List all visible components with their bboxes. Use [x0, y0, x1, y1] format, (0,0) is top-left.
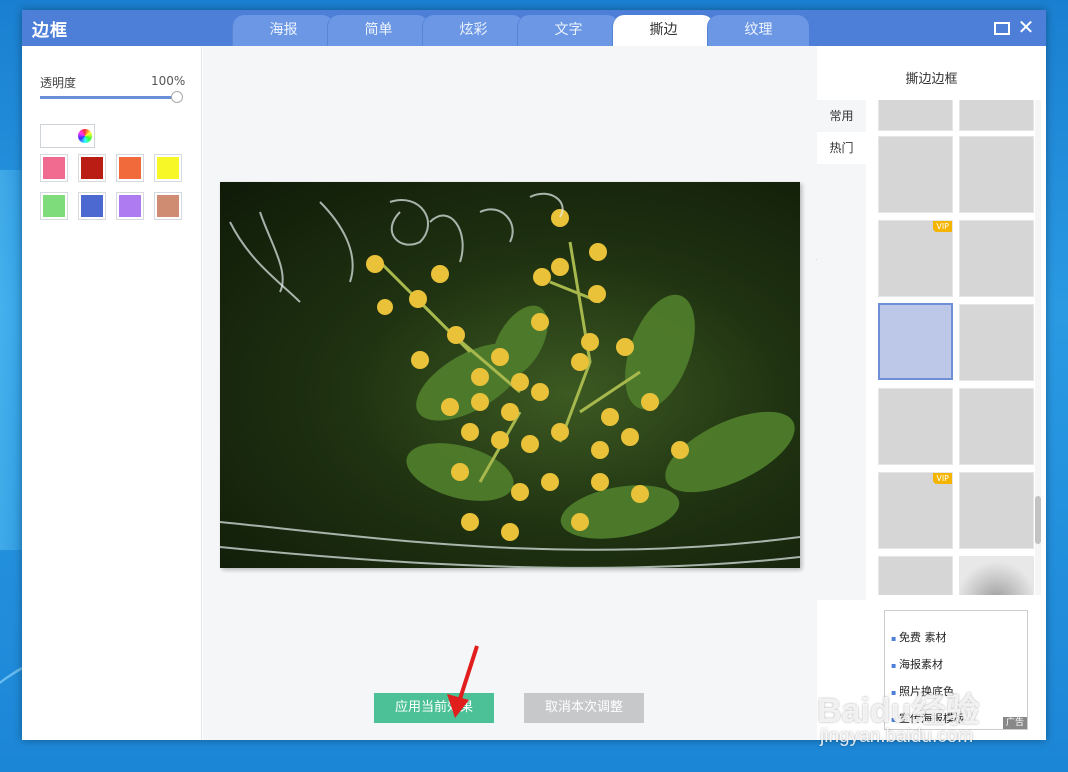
tab-texture[interactable]: 纹理 — [707, 15, 809, 46]
left-panel: 透明度 100% — [22, 46, 202, 740]
close-icon[interactable]: ✕ — [1017, 17, 1035, 37]
frame-thumbnail[interactable] — [959, 220, 1034, 297]
title-bar: 边框 海报 简单 炫彩 文字 撕边 纹理 ✕ — [22, 10, 1046, 46]
frame-thumbnail-selected[interactable] — [878, 303, 953, 380]
opacity-slider-thumb[interactable] — [171, 91, 183, 103]
preview-photo — [220, 182, 800, 568]
cancel-adjustment-button[interactable]: 取消本次调整 — [524, 693, 644, 723]
frame-thumbnail-grid: VIP VIP — [866, 100, 1046, 595]
frame-thumbnail[interactable] — [878, 556, 953, 595]
frame-thumbnail[interactable] — [959, 136, 1034, 213]
watermark-logo: Baidu经验 — [817, 692, 980, 730]
color-wheel-icon[interactable] — [78, 129, 92, 143]
frame-thumbnail[interactable] — [878, 388, 953, 465]
swatch-orange[interactable] — [116, 154, 144, 182]
arrow-annotation-apply — [447, 645, 479, 718]
vip-badge: VIP — [933, 221, 952, 232]
torn-edge-frames-title: 撕边边框 — [905, 72, 958, 87]
tab-poster[interactable]: 海报 — [232, 15, 334, 46]
vip-badge: VIP — [933, 473, 952, 484]
ad-tag[interactable]: 广告 — [1002, 717, 1027, 729]
scrollbar-thumb[interactable] — [1035, 496, 1041, 544]
opacity-value: 100% — [151, 74, 186, 88]
swatch-green[interactable] — [40, 192, 68, 220]
preview-area: 应用当前效果 取消本次调整 — [203, 46, 817, 740]
swatch-pink[interactable] — [40, 154, 68, 182]
swatch-blue[interactable] — [78, 192, 106, 220]
window-title: 边框 — [32, 21, 68, 41]
thumbnail-scrollbar[interactable] — [1035, 100, 1041, 595]
frame-thumbnail[interactable] — [878, 100, 953, 131]
ad-link[interactable]: 海报素材 — [891, 656, 943, 672]
border-editor-window: 边框 海报 简单 炫彩 文字 撕边 纹理 ✕ 透明度 100% 应用当前效果 取… — [22, 10, 1046, 740]
opacity-label: 透明度 — [40, 76, 77, 90]
ad-link[interactable]: 免费 素材 — [891, 629, 947, 645]
tab-colorful[interactable]: 炫彩 — [422, 15, 524, 46]
frame-thumbnail[interactable] — [878, 136, 953, 213]
category-column: 常用 热门 — [817, 100, 866, 600]
right-panel: 撕边边框 常用 热门 VIP VIP 免费 素材 海报素材 — [817, 46, 1046, 740]
tab-simple[interactable]: 简单 — [327, 15, 429, 46]
tab-torn-edge[interactable]: 撕边 — [612, 15, 714, 46]
frame-thumbnail[interactable] — [959, 100, 1034, 131]
opacity-slider-track[interactable] — [40, 96, 177, 99]
swatch-dark-red[interactable] — [78, 154, 106, 182]
frame-thumbnail[interactable] — [959, 388, 1034, 465]
frame-thumbnail[interactable] — [959, 556, 1034, 595]
frame-thumbnail[interactable]: VIP — [878, 472, 953, 549]
maximize-icon[interactable] — [992, 18, 1010, 36]
category-common[interactable]: 常用 — [817, 100, 866, 132]
swatch-tan[interactable] — [154, 192, 182, 220]
flower-illustration — [220, 192, 800, 568]
watermark-url: jingyan.baidu.com — [820, 726, 974, 747]
frame-thumbnail[interactable]: VIP — [878, 220, 953, 297]
frame-thumbnail[interactable] — [959, 304, 1034, 381]
frame-thumbnail[interactable] — [959, 472, 1034, 549]
swatch-purple[interactable] — [116, 192, 144, 220]
tab-text[interactable]: 文字 — [517, 15, 619, 46]
category-hot[interactable]: 热门 — [817, 132, 866, 164]
swatch-yellow[interactable] — [154, 154, 182, 182]
